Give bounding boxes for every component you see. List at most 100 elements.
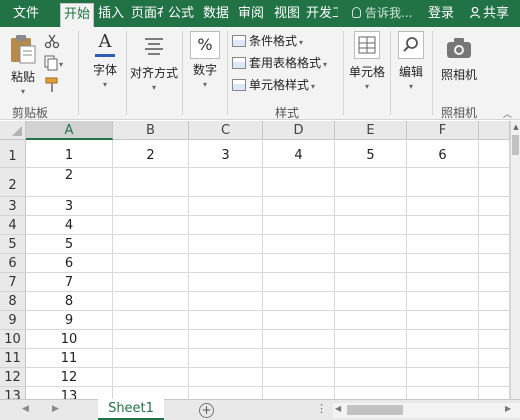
cell[interactable]: [407, 387, 479, 399]
cell[interactable]: [263, 273, 335, 292]
vertical-scroll-thumb[interactable]: [512, 135, 519, 155]
cell[interactable]: [113, 168, 189, 197]
cell[interactable]: [479, 254, 510, 273]
column-header-f[interactable]: F: [407, 121, 479, 140]
cell[interactable]: [335, 168, 407, 197]
cell[interactable]: [479, 168, 510, 197]
scroll-right-icon[interactable]: ▶: [505, 404, 511, 413]
cell[interactable]: [263, 311, 335, 330]
cell[interactable]: [335, 216, 407, 235]
row-header-9[interactable]: 9: [0, 311, 26, 330]
row-header-12[interactable]: 12: [0, 368, 26, 387]
format-painter-icon[interactable]: [44, 77, 62, 93]
cell[interactable]: [479, 273, 510, 292]
cell[interactable]: [263, 197, 335, 216]
tab-developer[interactable]: 开发工具: [306, 0, 338, 27]
row-header-4[interactable]: 4: [0, 216, 26, 235]
row-header-7[interactable]: 7: [0, 273, 26, 292]
tab-data[interactable]: 数据: [200, 0, 232, 27]
cell[interactable]: [113, 330, 189, 349]
column-header-c[interactable]: C: [189, 121, 263, 140]
cell[interactable]: [263, 368, 335, 387]
cell[interactable]: 5: [26, 235, 113, 254]
cell[interactable]: [189, 168, 263, 197]
cell[interactable]: [189, 216, 263, 235]
cell[interactable]: 3: [26, 197, 113, 216]
cell[interactable]: [189, 235, 263, 254]
login-link[interactable]: 登录: [428, 0, 454, 27]
column-header-a[interactable]: A: [26, 121, 113, 140]
cell[interactable]: [113, 349, 189, 368]
row-header-8[interactable]: 8: [0, 292, 26, 311]
cell[interactable]: [407, 254, 479, 273]
cell[interactable]: [335, 330, 407, 349]
scroll-left-icon[interactable]: ◀: [335, 404, 341, 413]
cell[interactable]: [407, 292, 479, 311]
cell[interactable]: [407, 311, 479, 330]
row-header-10[interactable]: 10: [0, 330, 26, 349]
cell[interactable]: [113, 311, 189, 330]
cell[interactable]: [263, 330, 335, 349]
alignment-button[interactable]: 对齐方式 ▾: [128, 31, 180, 92]
cell[interactable]: [113, 273, 189, 292]
cell[interactable]: [407, 273, 479, 292]
cell[interactable]: 11: [26, 349, 113, 368]
cell-style-button[interactable]: 单元格样式 ▾: [232, 75, 315, 95]
cell[interactable]: [479, 197, 510, 216]
tab-formulas[interactable]: 公式: [165, 0, 197, 27]
cell[interactable]: [263, 292, 335, 311]
row-header-13[interactable]: 13: [0, 387, 26, 399]
add-sheet-icon[interactable]: +: [199, 403, 214, 418]
cell[interactable]: [189, 254, 263, 273]
collapse-ribbon-icon[interactable]: ︿: [503, 107, 513, 120]
cell[interactable]: [189, 330, 263, 349]
cell[interactable]: [335, 235, 407, 254]
cell[interactable]: [407, 330, 479, 349]
cell[interactable]: [479, 368, 510, 387]
cell[interactable]: 3: [189, 140, 263, 168]
cell[interactable]: [335, 349, 407, 368]
copy-icon[interactable]: ▾: [44, 55, 66, 71]
cell[interactable]: [263, 387, 335, 399]
cell[interactable]: [479, 387, 510, 399]
row-header-2[interactable]: 2: [0, 168, 26, 197]
column-header-e[interactable]: E: [335, 121, 407, 140]
cell[interactable]: [113, 368, 189, 387]
cell[interactable]: [113, 235, 189, 254]
cell[interactable]: [113, 387, 189, 399]
cell[interactable]: [113, 254, 189, 273]
cell[interactable]: 9: [26, 311, 113, 330]
cell[interactable]: [335, 368, 407, 387]
row-header-6[interactable]: 6: [0, 254, 26, 273]
tell-me-search[interactable]: 告诉我...: [352, 0, 412, 27]
cell[interactable]: [189, 368, 263, 387]
tab-view[interactable]: 视图: [271, 0, 303, 27]
paste-button[interactable]: 粘贴 ▾: [6, 33, 40, 96]
cell[interactable]: [479, 235, 510, 254]
cell[interactable]: [335, 197, 407, 216]
scroll-up-icon[interactable]: ▲: [511, 121, 520, 133]
camera-button[interactable]: 照相机: [436, 35, 482, 83]
row-header-5[interactable]: 5: [0, 235, 26, 254]
cell[interactable]: [479, 330, 510, 349]
cell[interactable]: [189, 387, 263, 399]
cell[interactable]: 13: [26, 387, 113, 399]
cell[interactable]: [407, 216, 479, 235]
cell[interactable]: 5: [335, 140, 407, 168]
row-header-11[interactable]: 11: [0, 349, 26, 368]
cell[interactable]: 4: [26, 216, 113, 235]
table-format-button[interactable]: 套用表格格式 ▾: [232, 53, 327, 73]
cell[interactable]: 12: [26, 368, 113, 387]
cell[interactable]: 2: [113, 140, 189, 168]
column-header-next[interactable]: [479, 121, 510, 140]
cell[interactable]: [407, 349, 479, 368]
cell[interactable]: [335, 292, 407, 311]
font-button[interactable]: A 字体 ▾: [86, 31, 124, 89]
cell[interactable]: 4: [263, 140, 335, 168]
cell[interactable]: [113, 292, 189, 311]
cell[interactable]: [335, 387, 407, 399]
cell[interactable]: [263, 216, 335, 235]
tab-file[interactable]: 文件: [6, 0, 46, 27]
cell[interactable]: [189, 197, 263, 216]
number-button[interactable]: % 数字 ▾: [186, 31, 224, 89]
